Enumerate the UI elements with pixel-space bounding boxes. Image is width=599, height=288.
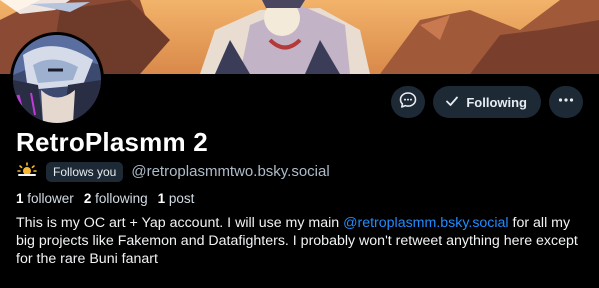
more-options-button[interactable] <box>549 86 583 118</box>
avatar-image <box>13 35 101 123</box>
following-label: Following <box>466 94 527 110</box>
posts-stat: 1 post <box>158 191 195 206</box>
profile-meta-row: Follows you @retroplasmmtwo.bsky.social <box>16 161 330 182</box>
bio-text-start: This is my OC art + Yap account. I will … <box>16 215 344 231</box>
followers-link[interactable]: 1 follower <box>16 191 74 206</box>
posts-count: 1 <box>157 191 166 206</box>
profile-bio: This is my OC art + Yap account. I will … <box>16 214 588 268</box>
profile-stats: 1 follower 2 following 1 post <box>16 191 194 206</box>
following-count: 2 <box>83 191 92 206</box>
display-name: RetroPlasmm 2 <box>16 127 208 157</box>
following-button[interactable]: Following <box>433 86 541 118</box>
profile-handle: @retroplasmmtwo.bsky.social <box>131 163 330 180</box>
following-link[interactable]: 2 following <box>84 191 148 206</box>
following-stat-label: following <box>95 191 148 206</box>
followers-label: follower <box>27 191 74 206</box>
profile-actions: Following <box>391 86 583 118</box>
follows-you-badge: Follows you <box>46 161 124 182</box>
avatar[interactable] <box>10 32 104 126</box>
checkmark-icon <box>445 94 459 111</box>
ellipsis-icon <box>557 91 575 114</box>
message-button[interactable] <box>391 86 426 118</box>
chat-bubble-icon <box>399 91 417 114</box>
followers-count: 1 <box>16 191 24 206</box>
sun-cloud-icon <box>16 161 38 182</box>
bio-mention-link[interactable]: @retroplasmm.bsky.social <box>343 215 509 231</box>
posts-label: post <box>168 191 195 206</box>
